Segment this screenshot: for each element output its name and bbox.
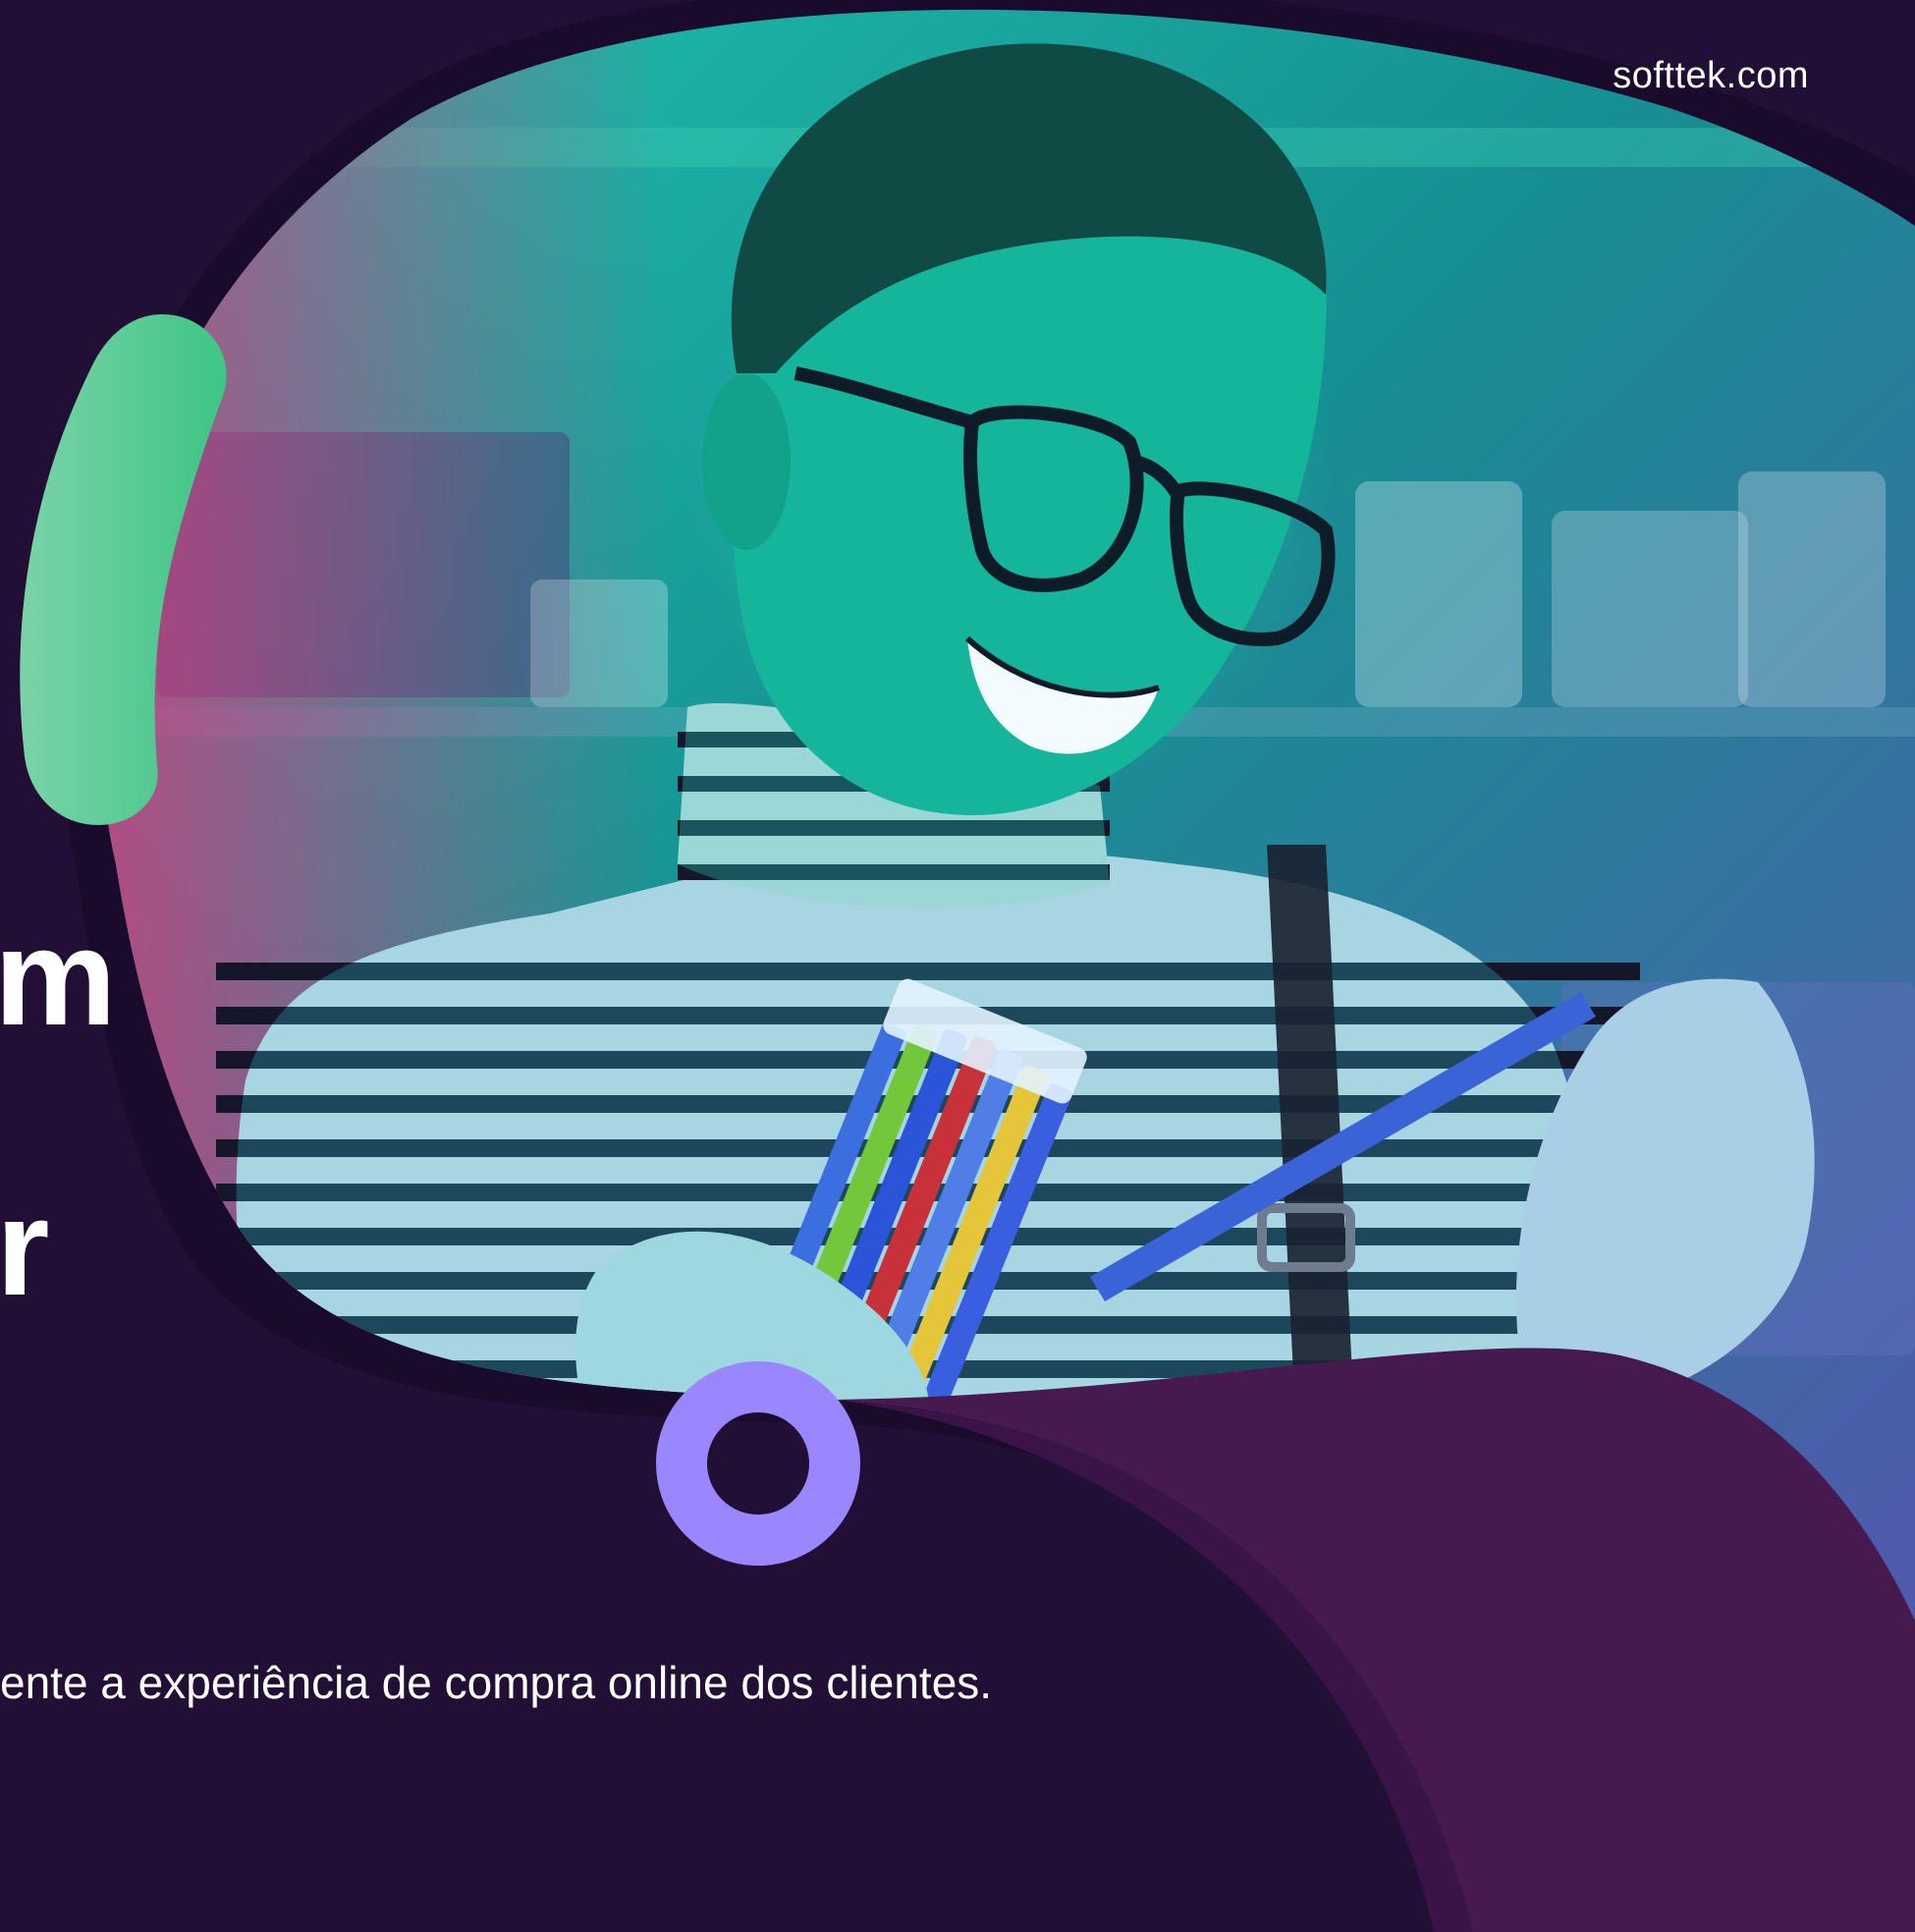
hero-banner: softtek.com m r ente a experiência de co…: [0, 0, 1915, 1932]
subtitle: ente a experiência de compra online dos …: [0, 1657, 993, 1708]
ring-shape: [656, 1361, 860, 1566]
headline-fragment-2: r: [0, 1170, 50, 1324]
brand-url[interactable]: softtek.com: [1613, 55, 1809, 97]
hero-artwork: [20, 0, 1915, 1932]
headline-fragment-1: m: [0, 900, 117, 1054]
